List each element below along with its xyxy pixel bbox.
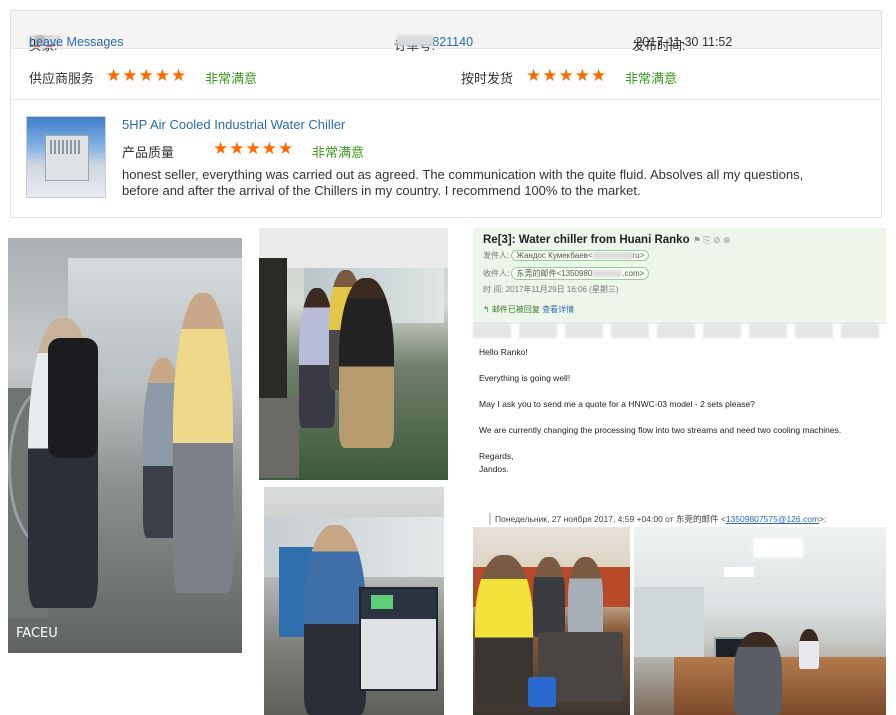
backpack-icon [48, 338, 98, 458]
publish-time: 发布时间: 2017-11-30 11:52 [632, 23, 732, 53]
delivery-label: 按时发货 [461, 71, 514, 86]
email-line-2: May I ask you to send me a quote for a H… [479, 399, 755, 409]
time-value: 2017-11-30 11:52 [635, 35, 733, 49]
chiller-image-icon [45, 135, 89, 181]
factory-visit-photo: FACEU [8, 238, 242, 653]
delivery-stars: ★★★★★ [526, 66, 608, 85]
customer-email: Re[3]: Water chiller from Huani Ranko ⚑ … [473, 228, 886, 525]
view-details-link[interactable]: 查看详情 [542, 305, 574, 314]
quality-row: 产品质量 [122, 142, 174, 161]
email-greeting: Hello Ranko! [479, 347, 528, 357]
email-from: 发件人: Жандос Кумекбаев< ru> [483, 250, 650, 261]
order-info: 订单号: 86346821140 [394, 23, 473, 53]
review-card: 买家:Marcnio ...Leave Messages 订单号: 863468… [10, 10, 882, 218]
email-status: ↰ 邮件已被回复 查看详情 [483, 305, 575, 314]
faceu-watermark: FACEU [16, 626, 58, 641]
redacted-order [397, 35, 434, 46]
email-quote-header: Понедельник, 27 ноября 2017, 4:59 +04:00… [489, 513, 826, 525]
delivery-rating-text: 非常满意 [625, 71, 678, 86]
office-photo [634, 527, 886, 715]
email-subject: Re[3]: Water chiller from Huani Ranko ⚑ … [483, 234, 731, 246]
email-to: 收件人: 东莞的邮件<1350980 .com> [483, 267, 650, 280]
chiller-delivery-photo [264, 487, 444, 715]
quality-stars: ★★★★★ [213, 139, 295, 158]
supplier-service-label: 供应商服务 [29, 71, 95, 86]
redacted-bar [473, 324, 886, 338]
product-thumbnail[interactable] [26, 116, 106, 198]
supplier-service-stars: ★★★★★ [106, 66, 188, 85]
tea-meeting-photo [473, 527, 630, 715]
email-time: 时 间: 2017年11月29日 16:06 (星期三) [483, 285, 619, 294]
leave-messages-link[interactable]: Leave Messages [29, 35, 124, 49]
email-body: Hello Ranko! Everything is going well! M… [479, 346, 841, 476]
quality-label: 产品质量 [122, 145, 175, 160]
email-line-3: We are currently changing the processing… [479, 425, 842, 435]
email-regards: Regards, [479, 451, 514, 461]
product-review: 5HP Air Cooled Industrial Water Chiller … [11, 101, 881, 216]
workshop-visit-photo [259, 228, 448, 480]
review-header: 买家:Marcnio ...Leave Messages 订单号: 863468… [11, 11, 881, 53]
product-title-link[interactable]: 5HP Air Cooled Industrial Water Chiller [122, 117, 345, 132]
email-header: Re[3]: Water chiller from Huani Ranko ⚑ … [473, 228, 886, 324]
supplier-service-rating-text: 非常满意 [205, 71, 258, 86]
email-signature: Jandos. [479, 464, 509, 474]
quality-rating-text: 非常满意 [312, 145, 365, 160]
ratings-row: 供应商服务 ★★★★★ 非常满意 按时发货 ★★★★★ 非常满意 [11, 49, 881, 100]
review-text: honest seller, everything was carried ou… [122, 167, 804, 198]
quote-email-link[interactable]: 13509807575@126.com [726, 514, 819, 524]
email-line-1: Everything is going well! [479, 373, 571, 383]
